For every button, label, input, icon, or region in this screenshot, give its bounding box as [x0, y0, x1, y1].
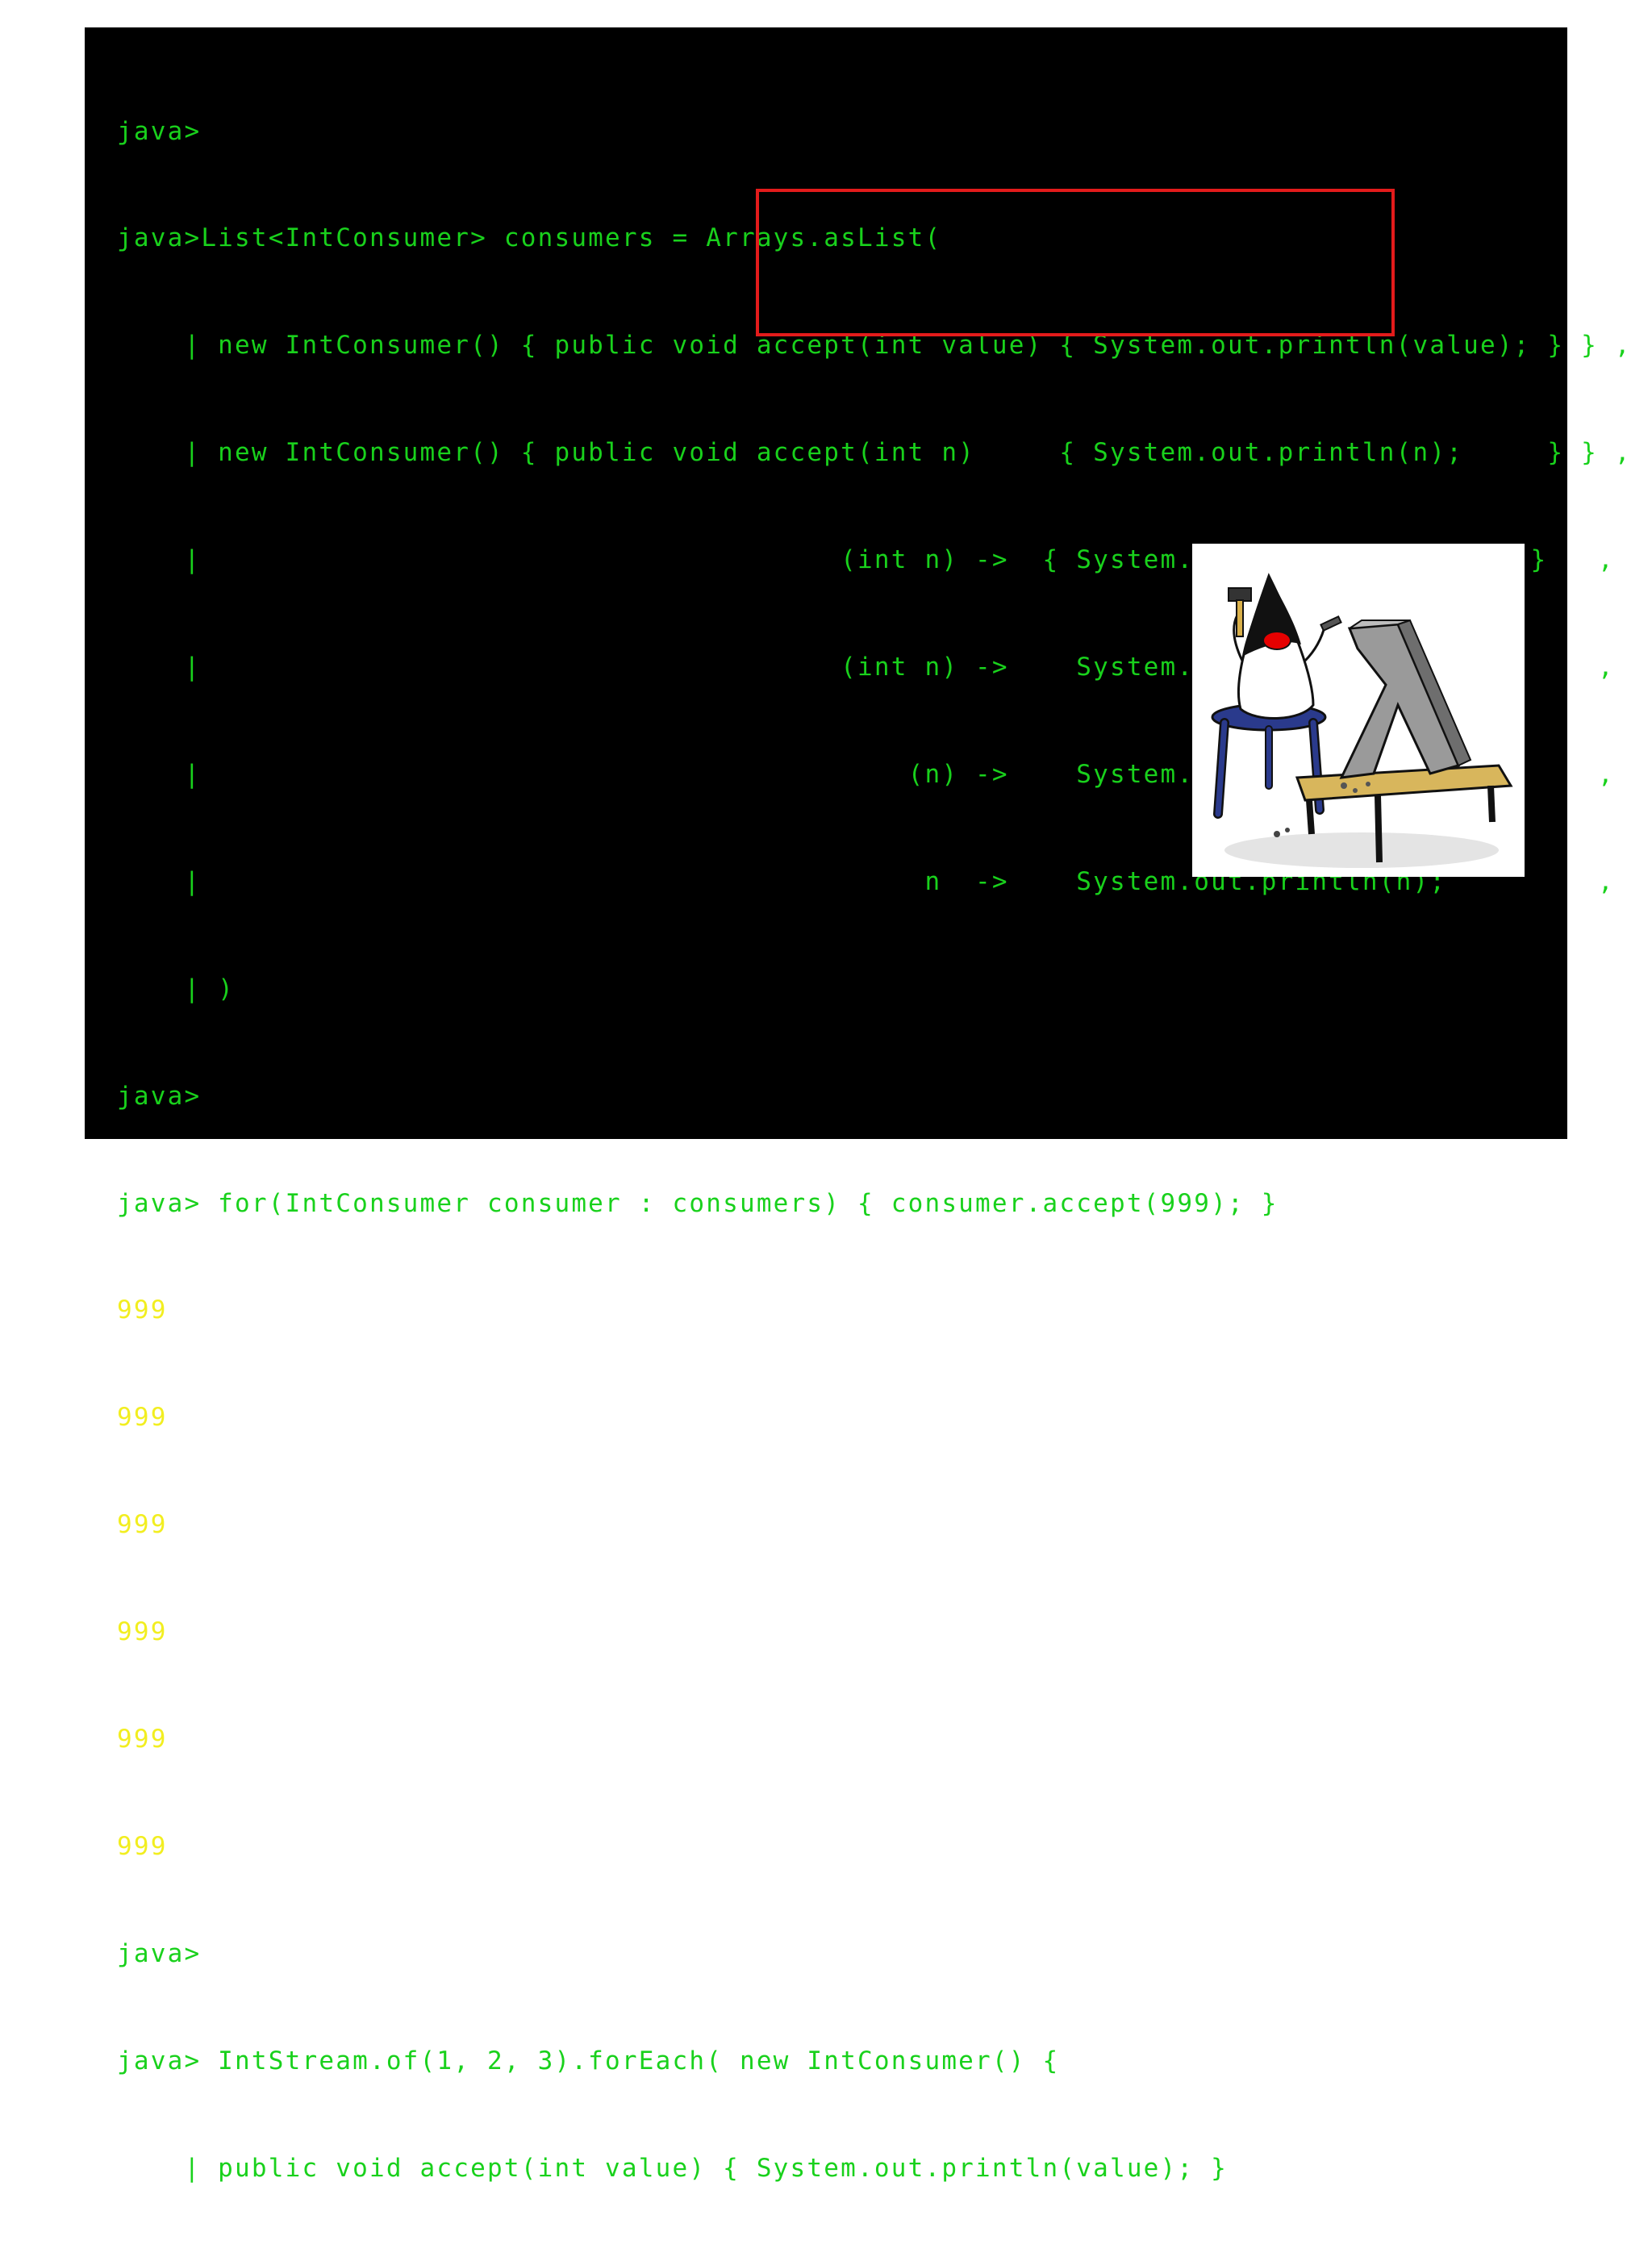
- terminal-output: java> java>List<IntConsumer> consumers =…: [117, 42, 1632, 2257]
- output-line: 999: [117, 1510, 168, 1540]
- output-line: 999: [117, 1831, 168, 1861]
- terminal-line: | public void accept(int value) { System…: [117, 2153, 1228, 2183]
- terminal-line: java>: [117, 116, 202, 146]
- terminal-line: java> IntStream.of(1, 2, 3).forEach( new…: [117, 2046, 1060, 2076]
- terminal-line: java>: [117, 1081, 202, 1111]
- output-line: 999: [117, 1724, 168, 1754]
- terminal-line: java> for(IntConsumer consumer : consume…: [117, 1188, 1279, 1218]
- terminal-line: | ): [117, 974, 236, 1003]
- output-line: 999: [117, 1295, 168, 1325]
- lambda-highlight-box: [756, 189, 1395, 336]
- terminal-line: java>: [117, 1938, 202, 1968]
- duke-sculpting-lambda-icon: [1211, 573, 1513, 868]
- terminal-line: | new IntConsumer() { public void accept…: [117, 438, 1632, 468]
- slide: java> java>List<IntConsumer> consumers =…: [85, 27, 1630, 2183]
- duke-lambda-illustration: [1192, 544, 1525, 877]
- output-line: 999: [117, 1403, 168, 1433]
- output-line: 999: [117, 1617, 168, 1647]
